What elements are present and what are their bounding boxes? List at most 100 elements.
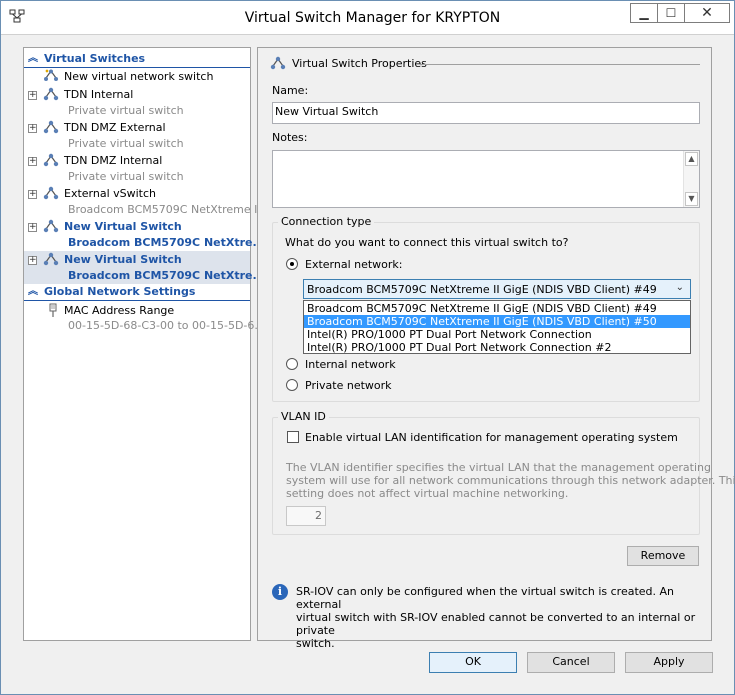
apply-button[interactable]: Apply [625, 652, 713, 673]
enable-vlan-checkbox[interactable] [287, 431, 299, 443]
scroll-down-icon[interactable]: ▼ [685, 192, 698, 206]
tree-item-sublabel: Broadcom BCM5709C NetXtreme II... [68, 203, 272, 216]
virtual-switch-icon [43, 219, 59, 233]
tree-item-sublabel: 00-15-5D-68-C3-00 to 00-15-5D-6... [68, 319, 265, 332]
new-switch-icon [44, 69, 58, 81]
tree-item-label: MAC Address Range [64, 304, 175, 317]
ok-button[interactable]: OK [429, 652, 517, 673]
virtual-switch-icon [43, 153, 59, 167]
minimize-button[interactable]: ▁ [630, 3, 658, 23]
expand-icon[interactable]: + [28, 223, 37, 232]
tree-item-label: New Virtual Switch [64, 253, 182, 266]
close-button[interactable]: ✕ [684, 3, 730, 23]
vlan-description-line: The VLAN identifier specifies the virtua… [286, 461, 711, 474]
expand-icon[interactable]: + [28, 190, 37, 199]
tree-item-label: TDN Internal [64, 88, 134, 101]
close-icon: ✕ [701, 5, 713, 21]
tree-item-sublabel: Private virtual switch [68, 104, 184, 117]
vlan-description-line: setting does not affect virtual machine … [286, 487, 569, 500]
scroll-up-icon[interactable]: ▲ [685, 152, 698, 166]
chevron-down-icon: ⌄ [675, 282, 684, 293]
expand-icon[interactable]: + [28, 91, 37, 100]
tree-item-sublabel: Private virtual switch [68, 137, 184, 150]
dropdown-option[interactable]: Broadcom BCM5709C NetXtreme II GigE (NDI… [304, 302, 690, 315]
private-network-radio[interactable] [286, 379, 298, 391]
tree-item-label: New Virtual Switch [64, 220, 182, 233]
virtual-switch-manager-window: Virtual Switch Manager for KRYPTON ▁ ☐ ✕… [0, 0, 735, 695]
combo-value: Broadcom BCM5709C NetXtreme II GigE (NDI… [307, 283, 657, 296]
tree-item-sublabel: Broadcom BCM5709C NetXtre... [68, 269, 266, 282]
properties-header: Virtual Switch Properties [270, 56, 700, 72]
tree-item-tdn-dmz-internal[interactable]: + TDN DMZ Internal Private virtual switc… [24, 152, 250, 185]
name-input[interactable]: New Virtual Switch [272, 102, 700, 124]
properties-header-label: Virtual Switch Properties [292, 57, 427, 70]
info-line: SR-IOV can only be configured when the v… [296, 585, 675, 611]
vlan-id-group: VLAN ID Enable virtual LAN identificatio… [272, 410, 735, 535]
info-line: virtual switch with SR-IOV enabled canno… [296, 611, 696, 637]
internal-network-label: Internal network [305, 358, 396, 371]
switch-properties-pane: Virtual Switch Properties Name: New Virt… [257, 47, 735, 650]
sr-iov-info: SR-IOV can only be configured when the v… [296, 585, 711, 650]
switch-navigation-pane: ︽ Virtual Switches New virtual network s… [23, 47, 271, 641]
virtual-switch-icon [43, 252, 59, 266]
title-bar: Virtual Switch Manager for KRYPTON ▁ ☐ ✕ [1, 1, 734, 35]
vlan-description-line: system will use for all network communic… [286, 474, 735, 487]
tree-item-label: TDN DMZ External [64, 121, 166, 134]
external-network-label: External network: [305, 258, 403, 271]
notes-textarea[interactable]: ▲ ▼ [272, 150, 700, 208]
cancel-button[interactable]: Cancel [527, 652, 615, 673]
virtual-switches-section-header[interactable]: ︽ Virtual Switches [24, 51, 250, 68]
tree-item-sublabel: Private virtual switch [68, 170, 184, 183]
tree-item-label: TDN DMZ Internal [64, 154, 163, 167]
virtual-switch-icon [270, 56, 286, 70]
external-network-dropdown: Broadcom BCM5709C NetXtreme II GigE (NDI… [303, 300, 691, 354]
info-line: switch. [296, 637, 335, 650]
dropdown-option[interactable]: Intel(R) PRO/1000 PT Dual Port Network C… [304, 341, 690, 354]
collapse-chevron-icon: ︽ [28, 286, 38, 297]
dropdown-option-selected[interactable]: Broadcom BCM5709C NetXtreme II GigE (NDI… [304, 315, 690, 328]
global-network-settings-section-header[interactable]: ︽ Global Network Settings [24, 284, 250, 301]
tree-item-external-vswitch[interactable]: + External vSwitch Broadcom BCM5709C Net… [24, 185, 271, 218]
enable-vlan-label: Enable virtual LAN identification for ma… [305, 431, 678, 444]
connection-type-group: Connection type What do you want to conn… [272, 215, 700, 402]
connection-question: What do you want to connect this virtual… [285, 236, 569, 249]
section-divider [24, 300, 250, 301]
notes-label: Notes: [272, 131, 308, 144]
virtual-switches-header-label: Virtual Switches [44, 52, 146, 65]
vlan-id-title: VLAN ID [278, 410, 329, 423]
tree-item-tdn-internal[interactable]: + TDN Internal Private virtual switch [24, 86, 250, 119]
internal-network-radio[interactable] [286, 358, 298, 370]
notes-scrollbar[interactable]: ▲ ▼ [683, 151, 699, 207]
tree-item-sublabel: Broadcom BCM5709C NetXtre... [68, 236, 266, 249]
virtual-switch-icon [43, 186, 59, 200]
expand-icon[interactable]: + [28, 256, 37, 265]
vlan-id-input: 2 [286, 506, 326, 526]
global-header-label: Global Network Settings [44, 285, 196, 298]
minimize-icon: ▁ [639, 6, 649, 20]
maximize-icon: ☐ [665, 6, 677, 20]
dropdown-option[interactable]: Intel(R) PRO/1000 PT Dual Port Network C… [304, 328, 690, 341]
tree-item-new-virtual-switch-1[interactable]: + New Virtual Switch Broadcom BCM5709C N… [24, 218, 265, 251]
expand-icon[interactable]: + [28, 157, 37, 166]
network-adapter-icon [49, 303, 57, 317]
virtual-switch-icon [43, 87, 59, 101]
tree-item-new-virtual-switch-2[interactable]: + New Virtual Switch Broadcom BCM5709C N… [24, 251, 265, 284]
tree-item-mac-address-range[interactable]: MAC Address Range 00-15-5D-68-C3-00 to 0… [24, 302, 265, 335]
remove-button[interactable]: Remove [627, 546, 699, 566]
tree-item-tdn-dmz-external[interactable]: + TDN DMZ External Private virtual switc… [24, 119, 250, 152]
external-network-combo[interactable]: Broadcom BCM5709C NetXtreme II GigE (NDI… [303, 279, 691, 299]
name-label: Name: [272, 84, 309, 97]
tree-item-label: External vSwitch [64, 187, 157, 200]
virtual-switch-icon [43, 120, 59, 134]
tree-item-new-virtual-network-switch[interactable]: New virtual network switch [24, 68, 250, 85]
header-divider [420, 64, 700, 65]
tree-item-label: New virtual network switch [64, 70, 214, 83]
connection-type-title: Connection type [278, 215, 375, 228]
window-title: Virtual Switch Manager for KRYPTON [244, 10, 501, 26]
maximize-button[interactable]: ☐ [657, 3, 685, 23]
external-network-radio[interactable] [286, 258, 298, 270]
expand-icon[interactable]: + [28, 124, 37, 133]
collapse-chevron-icon: ︽ [28, 53, 38, 64]
private-network-label: Private network [305, 379, 392, 392]
info-icon: i [272, 584, 288, 600]
